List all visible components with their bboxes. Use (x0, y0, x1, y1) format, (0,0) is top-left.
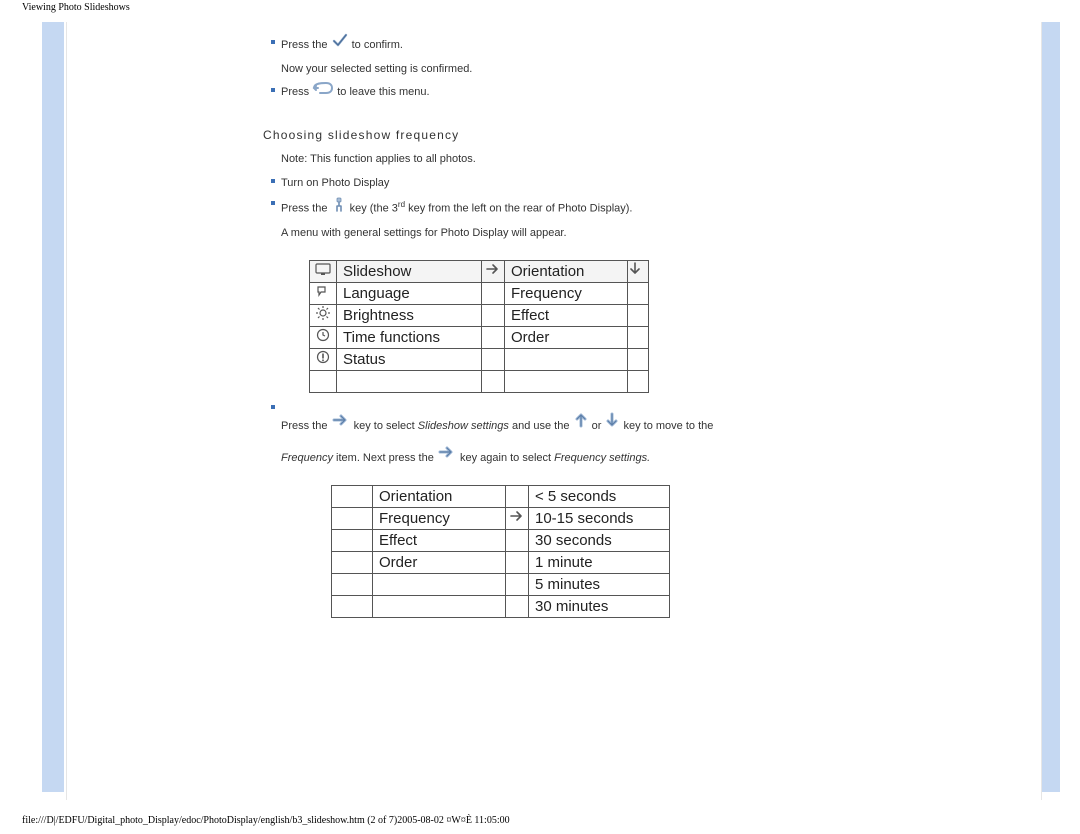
bullet-icon (271, 201, 275, 205)
menu-item: Order (373, 551, 506, 573)
sup-text: rd (398, 200, 405, 209)
text-span: to confirm. (352, 39, 403, 51)
down-arrow-icon (628, 260, 649, 282)
menu-item: 1 minute (529, 551, 670, 573)
italic-text: Frequency settings. (554, 452, 650, 464)
menu-item: Effect (505, 304, 628, 326)
bullet-icon (271, 88, 275, 92)
text-span: key from the left on the rear of Photo D… (405, 203, 632, 215)
bullet-icon (271, 179, 275, 183)
menu-item: 10-15 seconds (529, 507, 670, 529)
text-span: key to move to the (623, 420, 713, 432)
text-span: Press the (281, 39, 331, 51)
checkmark-icon (331, 33, 349, 55)
page-footer: file:///D|/EDFU/Digital_photo_Display/ed… (22, 815, 510, 826)
text-span: item. Next press the (333, 452, 434, 464)
up-arrow-icon (573, 410, 589, 440)
menu-item: Slideshow (337, 260, 482, 282)
slideshow-icon (310, 260, 337, 282)
press-key-line: Press the key (the 3rd key from the left… (67, 196, 1041, 220)
right-arrow-icon (482, 260, 505, 282)
clock-icon (310, 326, 337, 348)
settings-key-icon (331, 197, 347, 219)
menu-appear-line: A menu with general settings for Photo D… (67, 224, 1041, 242)
italic-text: Slideshow settings (418, 420, 509, 432)
bullet-icon (271, 405, 275, 409)
right-arrow-icon (331, 412, 351, 438)
menu-item: Order (505, 326, 628, 348)
page-header: Viewing Photo Slideshows (22, 2, 130, 13)
menu-item: Orientation (505, 260, 628, 282)
bullet-icon (271, 40, 275, 44)
menu-item: Effect (373, 529, 506, 551)
menu-item: 30 minutes (529, 595, 670, 617)
menu-item: Brightness (337, 304, 482, 326)
text-span: Press the (281, 203, 331, 215)
menu-item: Language (337, 282, 482, 304)
content-area: Press the to confirm. Now your selected … (66, 22, 1042, 800)
italic-text: Frequency (281, 452, 333, 464)
menu-item: < 5 seconds (529, 485, 670, 507)
intro-line-2: Now your selected setting is confirmed. (67, 60, 1041, 78)
text-span: to leave this menu. (337, 86, 429, 98)
back-arrow-icon (312, 81, 334, 101)
brightness-icon (310, 304, 337, 326)
instruction-2: Press the key to select Slideshow settin… (67, 411, 1041, 471)
status-icon (310, 348, 337, 370)
text-span: key (the 3 (350, 203, 398, 215)
language-icon (310, 282, 337, 304)
text-span: and use the (509, 420, 573, 432)
menu-item: Orientation (373, 485, 506, 507)
left-decor-bar (42, 22, 64, 792)
menu-item: Status (337, 348, 482, 370)
menu-item: Frequency (373, 507, 506, 529)
section-heading: Choosing slideshow frequency (67, 128, 1041, 142)
menu-item: Time functions (337, 326, 482, 348)
text-span: Turn on Photo Display (281, 177, 389, 189)
intro-line-3: Press to leave this menu. (67, 82, 1041, 102)
text-span: Press the (281, 420, 327, 432)
menu-item: Frequency (505, 282, 628, 304)
text-span: Press (281, 86, 312, 98)
frequency-menu-table: Orientation < 5 seconds Frequency 10-15 … (331, 485, 670, 618)
down-arrow-icon (604, 410, 620, 440)
right-arrow-icon (506, 507, 529, 529)
turn-on-line: Turn on Photo Display (67, 174, 1041, 192)
settings-menu-table: Slideshow Orientation Language Frequency… (309, 260, 649, 393)
text-span: key to select (354, 420, 418, 432)
note-line: Note: This function applies to all photo… (67, 150, 1041, 168)
right-arrow-icon (437, 444, 457, 470)
intro-line-1: Press the to confirm. (67, 34, 1041, 56)
right-decor-bar (1042, 22, 1060, 792)
menu-item: 5 minutes (529, 573, 670, 595)
menu-item: 30 seconds (529, 529, 670, 551)
text-span: or (592, 420, 605, 432)
text-span: key again to select (460, 452, 554, 464)
